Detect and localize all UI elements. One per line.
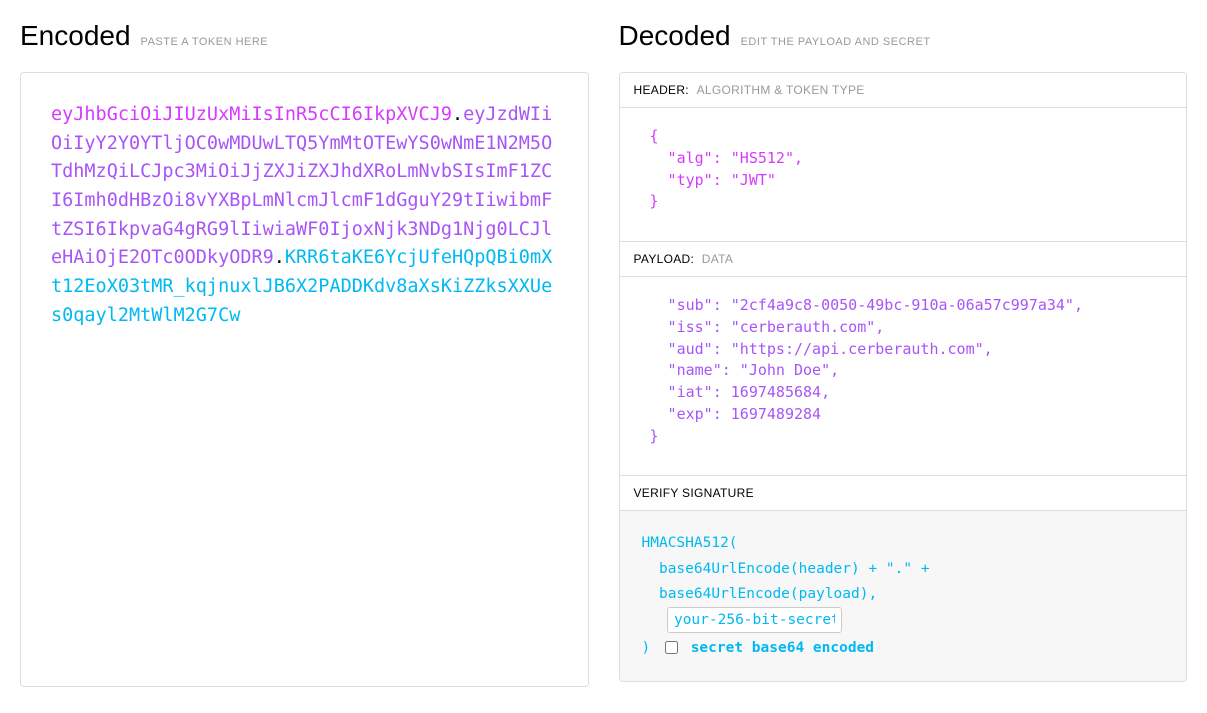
jwt-dot2: . (274, 247, 285, 268)
header-section-label: HEADER: ALGORITHM & TOKEN TYPE (620, 73, 1187, 108)
payload-code[interactable]: "sub": "2cf4a9c8-0050-49bc-910a-06a57c99… (620, 277, 1187, 475)
signature-section-label: VERIFY SIGNATURE (620, 476, 1187, 511)
header-code[interactable]: { "alg": "HS512", "typ": "JWT" } (620, 108, 1187, 241)
secret-base64-checkbox[interactable] (665, 641, 678, 654)
encoded-column: Encoded PASTE A TOKEN HERE eyJhbGciOiJIU… (20, 20, 589, 687)
encoded-token-input[interactable]: eyJhbGciOiJIUzUxMiIsInR5cCI6IkpXVCJ9.eyJ… (20, 72, 589, 687)
header-section: HEADER: ALGORITHM & TOKEN TYPE { "alg": … (620, 73, 1187, 241)
payload-section-label: PAYLOAD: DATA (620, 242, 1187, 277)
secret-base64-label: secret base64 encoded (691, 640, 874, 656)
signature-section: VERIFY SIGNATURE HMACSHA512( base64UrlEn… (620, 475, 1187, 681)
sig-fn-open: HMACSHA512( (642, 531, 1165, 556)
signature-body: HMACSHA512( base64UrlEncode(header) + ".… (620, 511, 1187, 681)
sig-close-paren: ) (642, 640, 651, 656)
decoded-column: Decoded EDIT THE PAYLOAD AND SECRET HEAD… (619, 20, 1188, 687)
sig-line1: base64UrlEncode(header) + "." + (642, 557, 1165, 582)
jwt-payload-segment: eyJzdWIiOiIyY2Y0YTljOC0wMDUwLTQ5YmMtOTEw… (51, 104, 552, 268)
decoded-title: Decoded (619, 20, 731, 52)
jwt-dot1: . (452, 104, 463, 125)
secret-input[interactable] (667, 607, 842, 633)
payload-section: PAYLOAD: DATA "sub": "2cf4a9c8-0050-49bc… (620, 241, 1187, 475)
decoded-subtitle: EDIT THE PAYLOAD AND SECRET (741, 36, 931, 48)
encoded-subtitle: PASTE A TOKEN HERE (141, 36, 269, 48)
jwt-header-segment: eyJhbGciOiJIUzUxMiIsInR5cCI6IkpXVCJ9 (51, 104, 452, 125)
encoded-title: Encoded (20, 20, 131, 52)
sig-line2: base64UrlEncode(payload), (642, 582, 1165, 607)
